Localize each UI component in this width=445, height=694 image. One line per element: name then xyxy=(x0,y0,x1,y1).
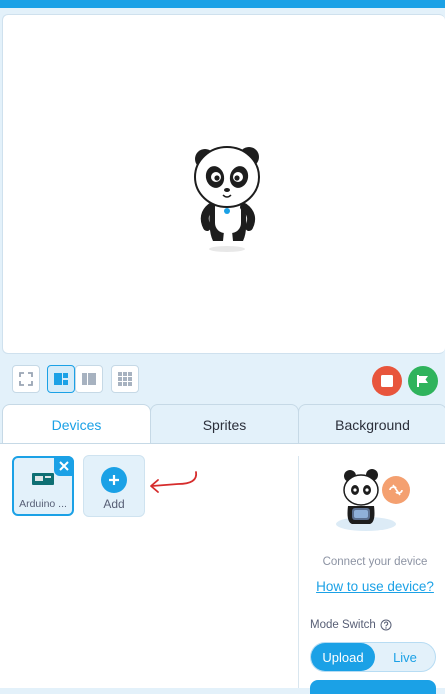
panda-device-illustration xyxy=(336,469,410,531)
stage-toolbar xyxy=(0,360,445,400)
remove-device-button[interactable] xyxy=(54,456,74,476)
primary-action-button[interactable] xyxy=(310,680,436,694)
panda-sprite[interactable] xyxy=(189,137,265,253)
tab-sprites[interactable]: Sprites xyxy=(150,404,299,444)
large-stage-button[interactable] xyxy=(75,365,103,393)
red-arrow-annotation xyxy=(150,471,198,493)
top-bar xyxy=(0,0,445,8)
mode-toggle[interactable]: Upload Live xyxy=(310,642,436,672)
add-device-button[interactable]: Add xyxy=(83,455,145,517)
tab-devices[interactable]: Devices xyxy=(2,404,151,444)
large-stage-icon xyxy=(82,373,96,385)
add-circle xyxy=(101,467,127,493)
grid-view-button[interactable] xyxy=(111,365,139,393)
panel-divider xyxy=(298,456,299,688)
tab-bar: Devices Sprites Background xyxy=(0,404,445,444)
arduino-board-icon xyxy=(32,473,54,485)
close-icon xyxy=(59,461,69,471)
stop-icon xyxy=(381,375,393,387)
green-flag-button[interactable] xyxy=(408,366,438,396)
mode-switch-text: Mode Switch xyxy=(310,619,376,631)
stage-canvas[interactable] xyxy=(2,14,445,354)
add-label: Add xyxy=(103,497,125,511)
small-stage-button[interactable] xyxy=(47,365,75,393)
small-stage-icon xyxy=(54,373,68,385)
device-panel: Arduino ... Add Connect your device How … xyxy=(0,443,445,694)
how-to-use-link[interactable]: How to use device? xyxy=(305,579,445,594)
connect-message: Connect your device xyxy=(322,556,428,568)
device-label: Arduino ... xyxy=(19,498,67,510)
fullscreen-icon xyxy=(19,372,33,386)
stop-button[interactable] xyxy=(372,366,402,396)
device-card-arduino[interactable]: Arduino ... xyxy=(12,456,74,516)
plus-icon xyxy=(109,475,119,485)
upload-mode-option[interactable]: Upload xyxy=(311,643,375,671)
help-icon[interactable] xyxy=(380,619,392,631)
tab-background[interactable]: Background xyxy=(298,404,445,444)
grid-icon xyxy=(118,372,132,386)
fullscreen-button[interactable] xyxy=(12,365,40,393)
mode-switch-label: Mode Switch xyxy=(310,619,392,631)
flag-icon xyxy=(417,375,428,387)
live-mode-option[interactable]: Live xyxy=(375,643,435,671)
